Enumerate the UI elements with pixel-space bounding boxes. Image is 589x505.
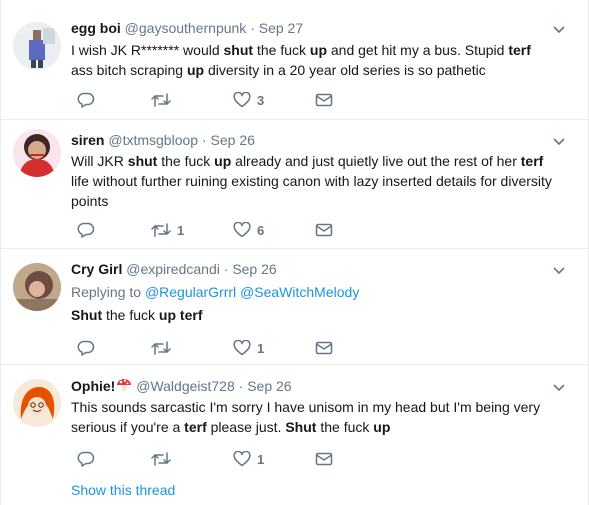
replying-to: Replying to @RegularGrrrl @SeaWitchMelod… [71, 282, 359, 302]
envelope-icon [315, 341, 333, 355]
envelope-icon [315, 223, 333, 237]
reply-icon [77, 340, 95, 356]
separator-dot: · [201, 132, 207, 148]
retweet-icon [151, 223, 171, 237]
username[interactable]: @Waldgeist728 [136, 378, 235, 394]
retweet-icon [151, 93, 171, 107]
tweet-header: egg boi @gaysouthernpunk · Sep 27 [71, 19, 568, 37]
tweet-text: Shut the fuck up terf [71, 307, 203, 323]
retweet-icon [151, 341, 171, 355]
reply-icon [77, 451, 95, 467]
heart-icon [233, 222, 251, 238]
tweet-header: Cry Girl @expiredcandi · Sep 26 [71, 260, 568, 278]
show-thread-link[interactable]: Show this thread [71, 481, 175, 499]
timestamp[interactable]: Sep 26 [232, 261, 276, 277]
tweet-header: Ophie! @Waldgeist728 · Sep 26 [71, 377, 568, 395]
tweet[interactable]: siren @txtmsgbloop · Sep 26 Will JKR shu… [1, 120, 588, 249]
tweet-actions: 1 6 [71, 220, 351, 240]
like-count: 1 [257, 451, 265, 467]
heart-icon [233, 92, 251, 108]
retweet-icon [151, 452, 171, 466]
reply-icon [77, 92, 95, 108]
like-button[interactable]: 1 [233, 338, 264, 358]
tweet-header: siren @txtmsgbloop · Sep 26 [71, 131, 568, 149]
retweet-button[interactable]: 1 [151, 220, 184, 240]
avatar[interactable] [13, 22, 61, 70]
like-count: 6 [257, 222, 265, 238]
heart-icon [233, 451, 251, 467]
envelope-icon [315, 452, 333, 466]
tweet-text: I wish JK R******* would shut the fuck u… [71, 42, 531, 78]
tweet[interactable]: Cry Girl @expiredcandi · Sep 26 Replying… [1, 249, 588, 365]
chevron-down-icon[interactable] [552, 380, 566, 392]
tweet-actions: 1 [71, 449, 351, 469]
direct-message-button[interactable] [315, 338, 333, 358]
tweet[interactable]: egg boi @gaysouthernpunk · Sep 27 I wish… [1, 0, 588, 120]
reply-button[interactable] [77, 220, 101, 240]
direct-message-button[interactable] [315, 220, 333, 240]
mention-link[interactable]: @RegularGrrrl [145, 284, 236, 300]
tweet-actions: 3 [71, 90, 351, 110]
tweet-text: This sounds sarcastic I'm sorry I have u… [71, 399, 541, 435]
mushroom-emoji-icon [116, 377, 132, 397]
timestamp[interactable]: Sep 27 [259, 20, 303, 36]
timestamp[interactable]: Sep 26 [211, 132, 255, 148]
timestamp[interactable]: Sep 26 [247, 378, 291, 394]
username[interactable]: @expiredcandi [126, 261, 220, 277]
chevron-down-icon[interactable] [552, 263, 566, 275]
retweet-count: 1 [177, 222, 185, 238]
mention-link[interactable]: @SeaWitchMelody [240, 284, 359, 300]
username[interactable]: @txtmsgbloop [108, 132, 198, 148]
replying-to-label: Replying to [71, 284, 142, 300]
reply-button[interactable] [77, 449, 101, 469]
like-count: 1 [257, 340, 265, 356]
like-button[interactable]: 3 [233, 90, 264, 110]
reply-button[interactable] [77, 90, 101, 110]
display-name[interactable]: siren [71, 132, 104, 148]
retweet-button[interactable] [151, 90, 177, 110]
avatar[interactable] [13, 379, 61, 427]
reply-icon [77, 222, 95, 238]
display-name[interactable]: egg boi [71, 20, 121, 36]
like-button[interactable]: 1 [233, 449, 264, 469]
display-name[interactable]: Ophie! [71, 378, 115, 394]
direct-message-button[interactable] [315, 449, 333, 469]
tweet[interactable]: Ophie! @Waldgeist728 · Sep 26 This sound… [1, 365, 588, 505]
separator-dot: · [238, 378, 244, 394]
username[interactable]: @gaysouthernpunk [125, 20, 247, 36]
retweet-button[interactable] [151, 338, 177, 358]
chevron-down-icon[interactable] [552, 134, 566, 146]
avatar[interactable] [13, 263, 61, 311]
like-count: 3 [257, 92, 265, 108]
separator-dot: · [250, 20, 255, 36]
envelope-icon [315, 93, 333, 107]
reply-button[interactable] [77, 338, 101, 358]
tweet-feed: egg boi @gaysouthernpunk · Sep 27 I wish… [0, 0, 589, 505]
chevron-down-icon[interactable] [552, 22, 566, 34]
like-button[interactable]: 6 [233, 220, 264, 240]
retweet-button[interactable] [151, 449, 177, 469]
heart-icon [233, 340, 251, 356]
tweet-text: Will JKR shut the fuck up already and ju… [71, 153, 552, 209]
direct-message-button[interactable] [315, 90, 333, 110]
separator-dot: · [223, 261, 229, 277]
tweet-actions: 1 [71, 338, 351, 358]
display-name[interactable]: Cry Girl [71, 261, 122, 277]
avatar[interactable] [13, 129, 61, 177]
